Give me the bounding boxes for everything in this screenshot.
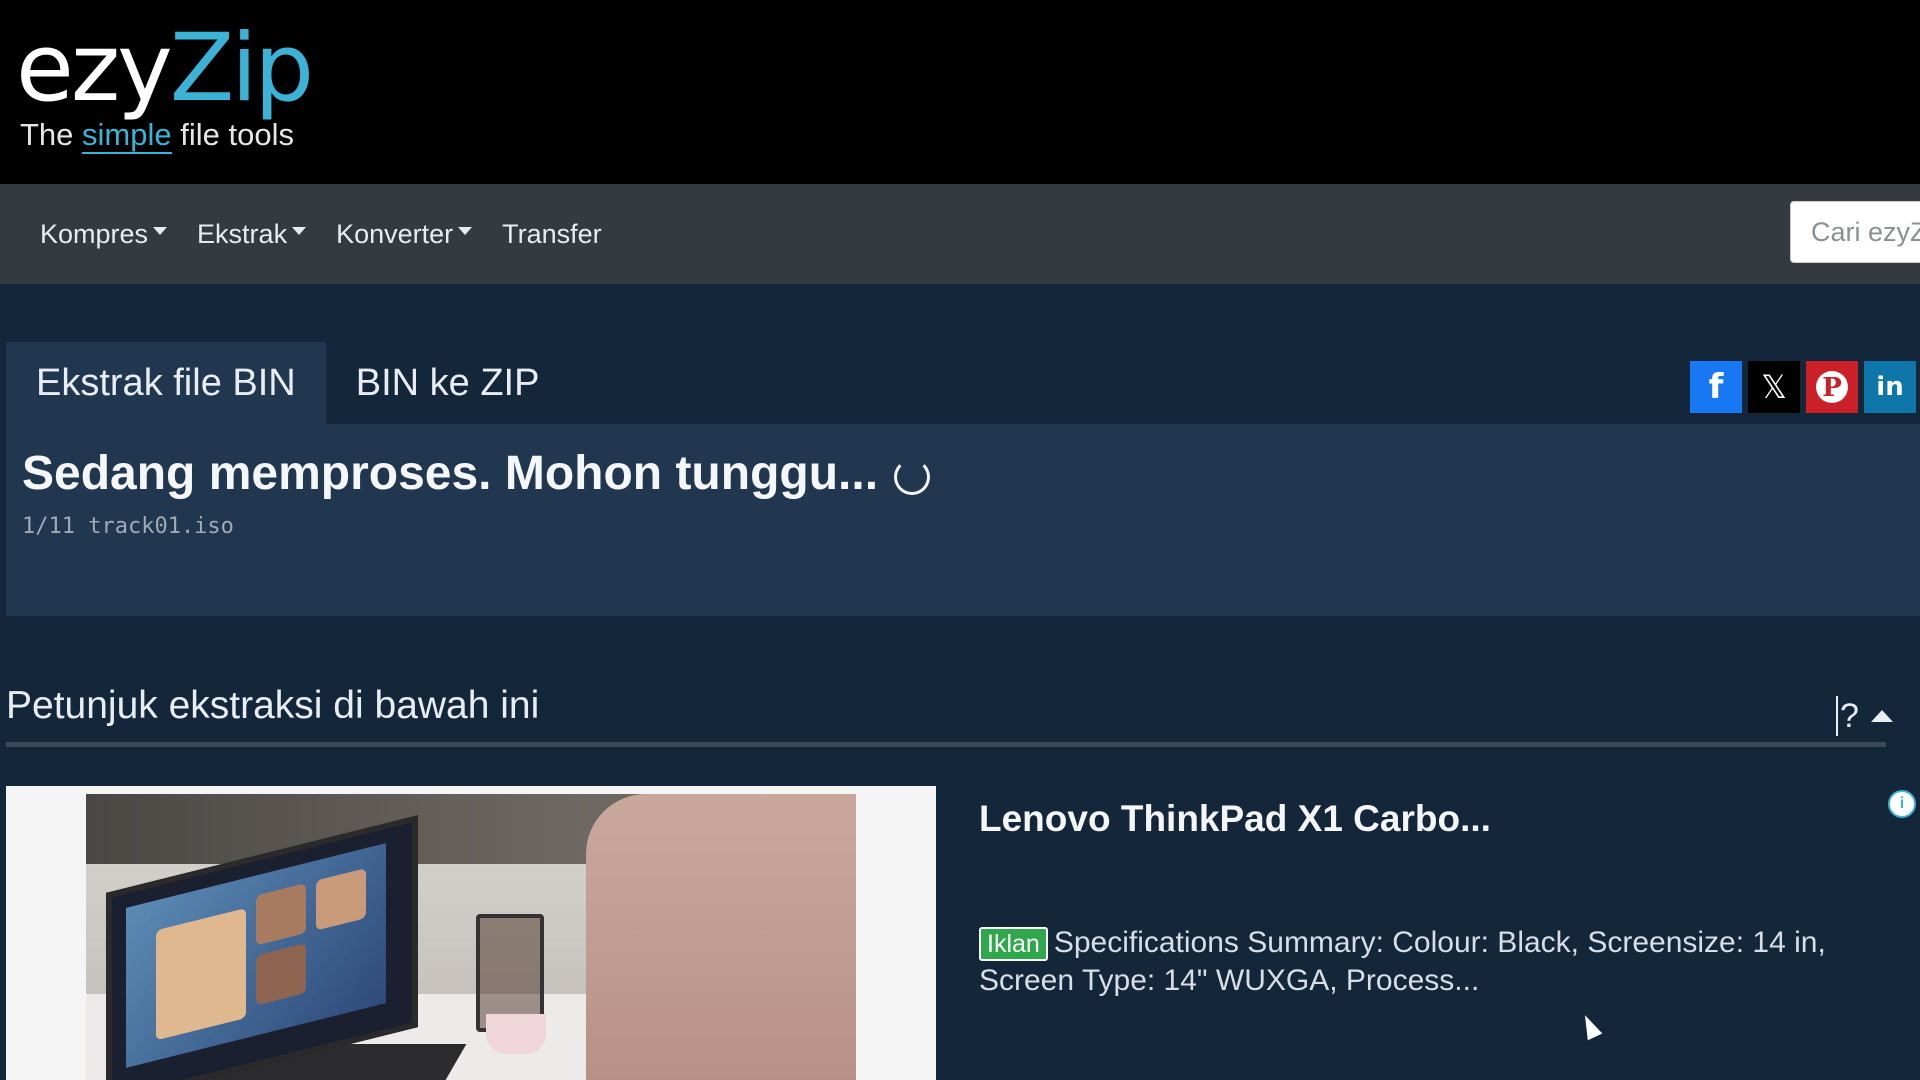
- ad-photo-face: [156, 907, 246, 1041]
- ad-photo-cup: [486, 1014, 546, 1054]
- pinterest-icon: P: [1816, 371, 1848, 403]
- tagline-pre: The: [20, 117, 83, 152]
- adchoices-info-icon[interactable]: i: [1888, 790, 1916, 818]
- search-input[interactable]: [1790, 201, 1920, 263]
- instructions-heading: Petunjuk ekstraksi di bawah ini: [6, 684, 540, 727]
- processing-title: Sedang memproses. Mohon tunggu...: [22, 447, 879, 500]
- svg-text:P: P: [1822, 373, 1842, 403]
- nav-item-konverter[interactable]: Konverter: [336, 218, 473, 250]
- nav-item-ekstrak[interactable]: Ekstrak: [197, 218, 307, 250]
- ad-title[interactable]: Lenovo ThinkPad X1 Carbo...: [979, 798, 1491, 840]
- ad-photo-person: [586, 794, 856, 1080]
- caret-down-icon: [458, 227, 473, 235]
- nav-item-label: Ekstrak: [197, 218, 288, 249]
- facebook-share-button[interactable]: f: [1690, 361, 1742, 413]
- instructions-controls: ?: [1836, 696, 1893, 736]
- logo-tagline: The simple file tools: [20, 117, 294, 154]
- ad-image[interactable]: [6, 786, 936, 1080]
- caret-down-icon: [292, 227, 307, 235]
- tagline-post: file tools: [171, 117, 294, 152]
- ad-description: Iklan Specifications Summary: Colour: Bla…: [979, 924, 1839, 1000]
- x-share-button[interactable]: 𝕏: [1748, 361, 1800, 413]
- linkedin-share-button[interactable]: in: [1864, 361, 1916, 413]
- main-navbar: Kompres Ekstrak Konverter Transfer: [0, 184, 1920, 284]
- ezyzip-logo[interactable]: ezyZip The simple file tools: [16, 14, 314, 154]
- facebook-icon: f: [1708, 367, 1724, 407]
- nav-menu: Kompres Ekstrak Konverter Transfer: [40, 184, 602, 284]
- tool-tabs: Ekstrak file BIN BIN ke ZIP: [6, 342, 569, 424]
- processing-panel: Sedang memproses. Mohon tunggu... 1/11 t…: [6, 424, 1920, 616]
- x-icon: 𝕏: [1761, 368, 1787, 406]
- pinterest-share-button[interactable]: P: [1806, 361, 1858, 413]
- loading-spinner-icon: [894, 458, 931, 495]
- logo-wordmark: ezyZip: [16, 14, 314, 124]
- social-share-buttons: f 𝕏 P in: [1690, 361, 1916, 413]
- header-bar: ezyZip The simple file tools: [0, 0, 1920, 184]
- ad-description-text: Specifications Summary: Colour: Black, S…: [979, 926, 1826, 997]
- ad-photo-face: [256, 943, 306, 1006]
- nav-item-kompres[interactable]: Kompres: [40, 218, 168, 250]
- ad-photo-face: [316, 868, 366, 931]
- ad-photo-video-call: [126, 843, 386, 1068]
- caret-down-icon: [153, 227, 168, 235]
- linkedin-icon: in: [1876, 372, 1904, 402]
- main-content: Ekstrak file BIN BIN ke ZIP f 𝕏 P in Sed…: [0, 284, 1920, 1080]
- ad-badge: Iklan: [979, 927, 1048, 961]
- tagline-simple: simple: [82, 117, 172, 154]
- nav-item-transfer[interactable]: Transfer: [502, 219, 602, 250]
- nav-item-label: Kompres: [40, 218, 149, 249]
- logo-ezy: ezy: [16, 14, 173, 123]
- ad-photo: [86, 794, 856, 1080]
- nav-item-label: Konverter: [336, 218, 454, 249]
- help-icon[interactable]: ?: [1836, 696, 1859, 736]
- progress-file-label: 1/11 track01.iso: [22, 514, 234, 539]
- advertisement[interactable]: Lenovo ThinkPad X1 Carbo... Iklan Specifi…: [6, 786, 1920, 1080]
- processing-status: Sedang memproses. Mohon tunggu...: [22, 446, 931, 501]
- ad-photo-face: [256, 883, 306, 946]
- nav-item-label: Transfer: [502, 218, 602, 249]
- section-divider: [6, 742, 1886, 747]
- logo-zip: Zip: [169, 14, 314, 123]
- tab-bin-ke-zip[interactable]: BIN ke ZIP: [326, 342, 570, 424]
- collapse-up-icon[interactable]: [1870, 710, 1893, 722]
- tab-ekstrak-file-bin[interactable]: Ekstrak file BIN: [6, 342, 326, 424]
